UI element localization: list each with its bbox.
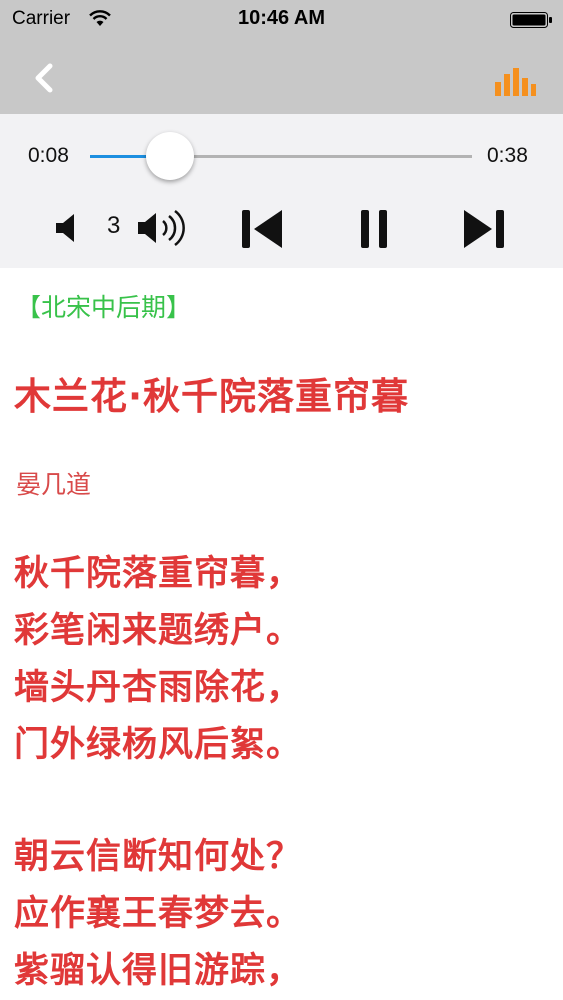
chevron-left-icon[interactable] <box>26 58 66 98</box>
clock: 10:46 AM <box>237 7 326 29</box>
current-time: 0:08 <box>28 144 69 167</box>
verse-line: 墙头丹杏雨除花， <box>14 668 303 708</box>
verse-line: 门外绿杨风后絮。 <box>14 725 303 765</box>
poem-title: 木兰花·秋千院落重帘暮 <box>14 375 410 418</box>
previous-track-icon[interactable] <box>240 208 284 250</box>
total-time: 0:38 <box>487 144 528 167</box>
poem-content: 【北宋中后期】 木兰花·秋千院落重帘暮 晏几道 秋千院落重帘暮， 彩笔闲来题绣户… <box>0 268 563 1000</box>
status-bar: Carrier 10:46 AM <box>0 0 563 38</box>
stanza-2: 朝云信断知何处？ 应作襄王春梦去。 紫骝认得旧游踪， <box>14 829 302 1000</box>
verse-line: 朝云信断知何处？ <box>14 837 303 877</box>
navigation-bar <box>0 38 563 114</box>
progress-thumb[interactable] <box>146 132 195 180</box>
audio-player: 0:08 0:38 3 <box>0 114 563 268</box>
verse-line: 紫骝认得旧游踪， <box>14 951 303 991</box>
era-label: 【北宋中后期】 <box>16 293 192 322</box>
verse-line: 应作襄王春梦去。 <box>14 894 303 934</box>
top-bar: Carrier 10:46 AM <box>0 0 563 114</box>
next-track-icon[interactable] <box>462 208 506 250</box>
verse-line: 秋千院落重帘暮， <box>14 554 303 594</box>
pause-icon[interactable] <box>358 208 390 250</box>
battery-icon <box>510 12 552 28</box>
stanza-1: 秋千院落重帘暮， 彩笔闲来题绣户。 墙头丹杏雨除花， 门外绿杨风后絮。 <box>14 546 302 774</box>
volume-down-icon[interactable] <box>54 212 82 244</box>
verse-line: 彩笔闲来题绣户。 <box>14 611 303 651</box>
poem-author: 晏几道 <box>16 470 92 499</box>
volume-up-icon[interactable] <box>136 208 192 248</box>
volume-level: 3 <box>107 212 121 239</box>
equalizer-bars-icon[interactable] <box>492 68 538 98</box>
